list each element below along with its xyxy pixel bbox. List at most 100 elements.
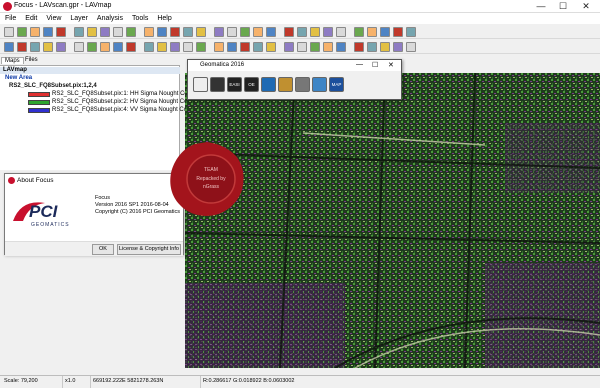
toolbar-1-tool-28[interactable] [393,27,403,37]
toolbar-1-tool-2[interactable] [30,27,40,37]
toolbar-1-tool-19[interactable] [266,27,276,37]
toolbar-1-tool-24[interactable] [336,27,346,37]
toolbar-2-tool-8[interactable] [113,42,123,52]
license-button[interactable]: License & Copyright Info [117,244,181,255]
toolbar-1-tool-1[interactable] [17,27,27,37]
ok-button[interactable]: OK [92,244,114,255]
toolbar-1-tool-4[interactable] [56,27,66,37]
panel-tabs: Maps Files [0,56,180,66]
menu-bar: File Edit View Layer Analysis Tools Help [0,13,600,24]
toolbar-2-tool-6[interactable] [87,42,97,52]
toolbar-1-tool-9[interactable] [126,27,136,37]
toolbar-1-tool-22[interactable] [310,27,320,37]
tree-channel-3[interactable]: RS2_SLC_FQ8Subset.pix:4: VV Sigma Nought… [52,107,203,113]
tab-files[interactable]: Files [22,57,41,63]
toolbar-1-tool-11[interactable] [157,27,167,37]
easi-icon[interactable]: EASI [227,77,242,92]
toolbar-1-tool-3[interactable] [43,27,53,37]
menu-analysis[interactable]: Analysis [97,13,123,24]
menu-edit[interactable]: Edit [25,13,37,24]
toolbar-2-tool-25[interactable] [354,42,364,52]
toolbar-1-tool-5[interactable] [74,27,84,37]
toolbar-1-tool-13[interactable] [183,27,193,37]
toolbar-1-tool-6[interactable] [87,27,97,37]
mosaic-icon[interactable] [278,77,293,92]
toolbar-2-tool-13[interactable] [183,42,193,52]
toolbar-1-tool-27[interactable] [380,27,390,37]
toolbar-2-tool-2[interactable] [30,42,40,52]
geomatica-close-button[interactable]: ✕ [388,61,394,69]
toolbar-2-tool-12[interactable] [170,42,180,52]
toolbar-2-tool-3[interactable] [43,42,53,52]
toolbar-2-tool-11[interactable] [157,42,167,52]
maximize-button[interactable]: ☐ [552,0,574,13]
status-zoom: x1.0 [62,376,75,388]
toolbar-1-tool-12[interactable] [170,27,180,37]
map-icon[interactable]: MAP [329,77,344,92]
toolbar-2-tool-29[interactable] [406,42,416,52]
atmos-icon[interactable] [261,77,276,92]
toolbar-1-tool-26[interactable] [367,27,377,37]
toolbar-2-tool-22[interactable] [310,42,320,52]
toolbar-1-tool-23[interactable] [323,27,333,37]
chip-icon[interactable] [312,77,327,92]
toolbar-1-tool-8[interactable] [113,27,123,37]
toolbar-1-tool-20[interactable] [284,27,294,37]
toolbar-2-tool-9[interactable] [126,42,136,52]
modeler-icon[interactable] [210,77,225,92]
minimize-button[interactable]: — [530,0,552,13]
geomatica-minimize-button[interactable]: — [356,61,363,68]
focus-icon[interactable] [193,77,208,92]
toolbar-2-tool-24[interactable] [336,42,346,52]
channel-swatch-red [28,92,50,97]
menu-view[interactable]: View [46,13,61,24]
menu-tools[interactable]: Tools [132,13,148,24]
toolbar-2-tool-10[interactable] [144,42,154,52]
toolbar-2-tool-1[interactable] [17,42,27,52]
toolbar-2-tool-26[interactable] [367,42,377,52]
toolbar-2-tool-28[interactable] [393,42,403,52]
toolbar-2-tool-23[interactable] [323,42,333,52]
tree-area-label[interactable]: New Area [5,75,32,81]
toolbar-2-tool-21[interactable] [297,42,307,52]
tree-root-row[interactable]: LAVmap [0,67,180,74]
toolbar-1-tool-7[interactable] [100,27,110,37]
tree-layer-label[interactable]: RS2_SLC_FQ8Subset.pix:1,2,4 [9,83,97,89]
toolbar-2-tool-15[interactable] [214,42,224,52]
toolbar-2-tool-4[interactable] [56,42,66,52]
gcp-icon[interactable] [295,77,310,92]
tab-maps[interactable]: Maps [1,57,24,64]
close-button[interactable]: ✕ [575,0,597,13]
maps-panel: Maps Files LAVmap New Area RS2_SLC_FQ8Su… [0,56,204,170]
ortho-icon[interactable]: OE [244,77,259,92]
toolbar-2-tool-16[interactable] [227,42,237,52]
toolbar-1-tool-29[interactable] [406,27,416,37]
menu-help[interactable]: Help [157,13,171,24]
logo-text: PCI [29,202,58,221]
status-coordinates: 669192.222E 5821278.263N [90,376,163,388]
toolbar-2-tool-20[interactable] [284,42,294,52]
toolbar-1-tool-0[interactable] [4,27,14,37]
toolbar-1-tool-21[interactable] [297,27,307,37]
toolbar-2-tool-27[interactable] [380,42,390,52]
menu-layer[interactable]: Layer [70,13,88,24]
toolbar-2-tool-7[interactable] [100,42,110,52]
toolbar-1-tool-10[interactable] [144,27,154,37]
image-viewer[interactable] [185,73,600,368]
toolbar-1-tool-18[interactable] [253,27,263,37]
geomatica-maximize-button[interactable]: ☐ [372,61,378,69]
toolbar-2-tool-5[interactable] [74,42,84,52]
toolbar-1-tool-15[interactable] [214,27,224,37]
toolbar-2-tool-0[interactable] [4,42,14,52]
toolbar-1-tool-14[interactable] [196,27,206,37]
toolbar-2-tool-18[interactable] [253,42,263,52]
toolbar-2-tool-17[interactable] [240,42,250,52]
menu-file[interactable]: File [5,13,16,24]
tree-channel-2[interactable]: RS2_SLC_FQ8Subset.pix:2: HV Sigma Nought… [52,99,203,105]
toolbar-1-tool-17[interactable] [240,27,250,37]
toolbar-1-tool-25[interactable] [354,27,364,37]
tree-channel-1[interactable]: RS2_SLC_FQ8Subset.pix:1: HH Sigma Nought… [52,91,204,97]
toolbar-2-tool-14[interactable] [196,42,206,52]
toolbar-1-tool-16[interactable] [227,27,237,37]
toolbar-2-tool-19[interactable] [266,42,276,52]
